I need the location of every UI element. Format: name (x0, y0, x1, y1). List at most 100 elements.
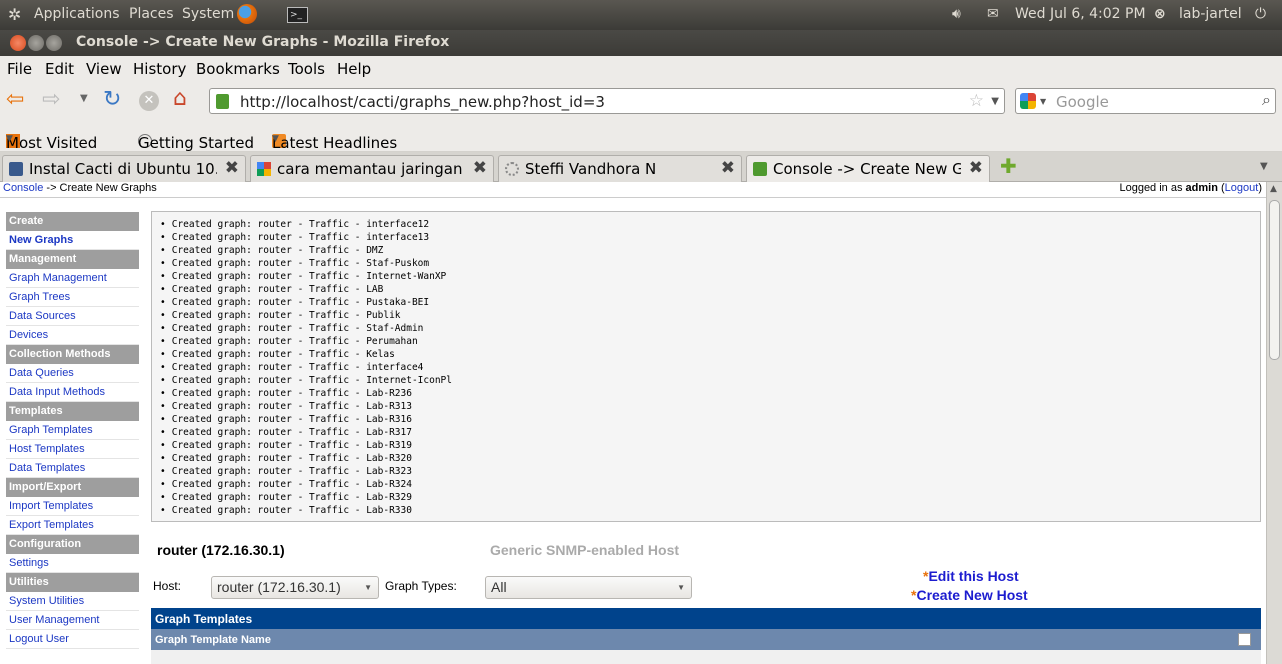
sidebar-link[interactable]: Data Templates (6, 459, 139, 478)
google-engine-icon[interactable] (1020, 93, 1036, 109)
tab-cara-memantau[interactable]: cara memantau jaringan ... ✖ (250, 155, 494, 182)
places-menu[interactable]: Places (129, 6, 174, 22)
scroll-up-icon[interactable]: ▲ (1270, 184, 1277, 194)
create-host-link[interactable]: Create New Host (916, 587, 1027, 603)
sidebar-section-header: Collection Methods (6, 345, 139, 364)
chevron-down-icon: ▼ (677, 583, 685, 592)
list-item: Created graph: router - Traffic - interf… (160, 361, 1260, 374)
firefox-launcher-icon[interactable] (237, 4, 257, 24)
tab-favicon-icon (257, 162, 271, 176)
tab-close-icon[interactable]: ✖ (721, 158, 735, 178)
tab-close-icon[interactable]: ✖ (969, 158, 983, 178)
site-favicon-icon (216, 94, 229, 109)
applications-menu[interactable]: Applications (34, 6, 120, 22)
list-item: Created graph: router - Traffic - Staf-P… (160, 257, 1260, 270)
list-item: Created graph: router - Traffic - Lab-R3… (160, 452, 1260, 465)
sidebar-link[interactable]: Devices (6, 326, 139, 345)
close-window-icon[interactable] (10, 35, 26, 51)
sidebar-link[interactable]: Settings (6, 554, 139, 573)
tab-instal-cacti[interactable]: Instal Cacti di Ubuntu 10.1... ✖ (2, 155, 246, 182)
stop-icon[interactable]: ✕ (139, 91, 159, 111)
minimize-window-icon[interactable] (28, 35, 44, 51)
list-item: Created graph: router - Traffic - Pustak… (160, 296, 1260, 309)
bookmark-label: Latest Headlines (272, 134, 398, 152)
sidebar-link[interactable]: Data Input Methods (6, 383, 139, 402)
maximize-window-icon[interactable] (46, 35, 62, 51)
list-item: Created graph: router - Traffic - Lab-R3… (160, 478, 1260, 491)
sidebar-section-header: Utilities (6, 573, 139, 592)
bookmark-star-icon[interactable]: ☆ (969, 91, 984, 111)
sidebar-section-header: Management (6, 250, 139, 269)
ubuntu-logo-icon[interactable]: ✲ (8, 5, 21, 24)
menu-bookmarks[interactable]: Bookmarks (196, 60, 280, 78)
edit-host-row: *Edit this Host (923, 568, 1019, 584)
menu-tools[interactable]: Tools (288, 60, 325, 78)
sidebar-link[interactable]: Import Templates (6, 497, 139, 516)
back-icon[interactable]: ⇦ (6, 87, 24, 112)
menu-bar: File Edit View History Bookmarks Tools H… (0, 56, 1282, 82)
clock[interactable]: Wed Jul 6, 4:02 PM (1015, 6, 1146, 22)
search-placeholder[interactable]: Google (1056, 93, 1109, 111)
sidebar-link[interactable]: Data Queries (6, 364, 139, 383)
sidebar-link[interactable]: New Graphs (6, 231, 139, 250)
volume-icon[interactable]: 🔊︎ (952, 6, 961, 22)
sidebar-link[interactable]: Graph Management (6, 269, 139, 288)
graph-types-select[interactable]: All ▼ (485, 576, 692, 599)
tab-close-icon[interactable]: ✖ (473, 158, 487, 178)
sidebar-link[interactable]: Host Templates (6, 440, 139, 459)
url-bar[interactable]: http://localhost/cacti/graphs_new.php?ho… (209, 88, 1005, 114)
tab-close-icon[interactable]: ✖ (225, 158, 239, 178)
loading-spinner-icon (505, 162, 519, 176)
tab-label: cara memantau jaringan ... (277, 160, 465, 178)
url-text[interactable]: http://localhost/cacti/graphs_new.php?ho… (240, 93, 605, 111)
menu-help[interactable]: Help (337, 60, 371, 78)
mail-icon[interactable]: ✉ (987, 6, 999, 22)
select-all-checkbox[interactable] (1238, 633, 1251, 646)
terminal-launcher-icon[interactable]: >_ (287, 7, 308, 23)
sidebar-link[interactable]: User Management (6, 611, 139, 630)
edit-host-link[interactable]: Edit this Host (928, 568, 1018, 584)
new-tab-icon[interactable]: ✚ (1000, 154, 1017, 178)
history-dropdown-icon[interactable]: ▼ (80, 93, 88, 104)
forward-icon[interactable]: ⇨ (42, 87, 60, 112)
logout-link[interactable]: Logout (1225, 182, 1259, 194)
list-item: Created graph: router - Traffic - Lab-R3… (160, 400, 1260, 413)
tab-steffi[interactable]: Steffi Vandhora N ✖ (498, 155, 742, 182)
power-icon[interactable]: ⏻ (1255, 6, 1266, 22)
search-bar[interactable]: ▼ Google ⌕ (1015, 88, 1276, 114)
menu-history[interactable]: History (133, 60, 186, 78)
user-status-icon[interactable]: ⊗ (1154, 6, 1166, 22)
system-menu[interactable]: System (182, 6, 234, 22)
graph-types-label: Graph Types: (385, 579, 457, 593)
sidebar-link[interactable]: Export Templates (6, 516, 139, 535)
engine-dropdown-icon[interactable]: ▼ (1040, 97, 1046, 106)
tab-label: Steffi Vandhora N (525, 160, 657, 178)
host-select[interactable]: router (172.16.30.1) ▼ (211, 576, 379, 599)
menu-file[interactable]: File (7, 60, 32, 78)
create-host-row: *Create New Host (911, 587, 1028, 603)
sidebar-link[interactable]: Graph Templates (6, 421, 139, 440)
login-status: Logged in as admin (Logout) (1119, 182, 1262, 194)
graph-types-select-value: All (491, 579, 507, 595)
menu-view[interactable]: View (86, 60, 122, 78)
page-scrollbar[interactable]: ▲ (1266, 182, 1282, 664)
reload-icon[interactable]: ↻ (103, 87, 121, 112)
breadcrumb-console-link[interactable]: Console (3, 182, 43, 194)
sidebar: Create New Graphs Management Graph Manageme… (6, 212, 139, 649)
sidebar-link[interactable]: Data Sources (6, 307, 139, 326)
tab-console-active[interactable]: Console -> Create New Gra... ✖ (746, 155, 990, 183)
home-icon[interactable]: ⌂ (173, 86, 187, 111)
search-icon[interactable]: ⌕ (1262, 90, 1271, 110)
user-name[interactable]: lab-jartel (1179, 6, 1242, 22)
menu-edit[interactable]: Edit (45, 60, 74, 78)
sidebar-link[interactable]: System Utilities (6, 592, 139, 611)
sidebar-link[interactable]: Logout User (6, 630, 139, 649)
bookmark-label: Most Visited (6, 134, 98, 152)
sidebar-link[interactable]: Graph Trees (6, 288, 139, 307)
top-panel: ✲ Applications Places System >_ 🔊︎ ✉ Wed… (0, 0, 1282, 30)
tab-list-icon[interactable]: ▼ (1260, 161, 1268, 172)
scrollbar-thumb[interactable] (1269, 200, 1280, 360)
logout-paren-close: ) (1258, 182, 1262, 194)
host-select-value: router (172.16.30.1) (217, 579, 341, 595)
url-dropdown-icon[interactable]: ▼ (991, 96, 999, 107)
